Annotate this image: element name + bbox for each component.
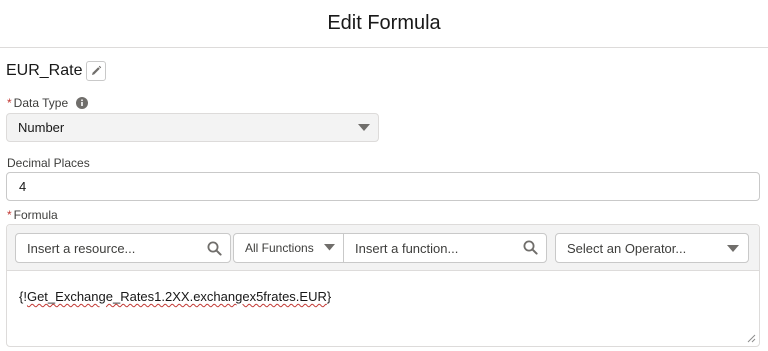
chevron-down-icon: [358, 124, 370, 131]
expression-body: Get_Exchange_Rates1.2XX.exchangex5frates…: [26, 289, 327, 304]
resize-handle-icon[interactable]: [747, 334, 756, 343]
function-placeholder: Insert a function...: [355, 240, 459, 256]
chevron-down-icon: [324, 244, 335, 251]
search-icon: [523, 240, 538, 255]
chevron-down-icon: [727, 245, 739, 252]
data-type-value: Number: [18, 120, 65, 135]
search-icon: [207, 241, 222, 256]
decimal-places-value: 4: [19, 179, 27, 194]
info-icon[interactable]: [76, 97, 89, 109]
edit-name-button[interactable]: [86, 61, 107, 81]
modal-title: Edit Formula: [327, 12, 441, 34]
resource-search-input[interactable]: Insert a resource...: [15, 233, 231, 263]
formula-label-text: Formula: [13, 208, 58, 222]
required-mark: *: [7, 208, 12, 222]
expression-suffix: }: [326, 289, 332, 304]
formula-expression[interactable]: {!Get_Exchange_Rates1.2XX.exchangex5frat…: [19, 289, 331, 304]
required-mark: *: [7, 96, 12, 110]
resource-placeholder: Insert a resource...: [27, 240, 136, 256]
decimal-places-label-text: Decimal Places: [7, 156, 90, 170]
function-search-input[interactable]: Insert a function...: [344, 234, 546, 262]
data-type-label: * Data Type: [7, 96, 89, 110]
function-category-value: All Functions: [245, 241, 314, 255]
expression-prefix: {!: [19, 289, 27, 304]
resource-name: EUR_Rate: [6, 62, 83, 79]
operator-select[interactable]: Select an Operator...: [555, 233, 749, 263]
formula-toolbar: Insert a resource... All Functions Inser…: [7, 225, 759, 271]
operator-placeholder: Select an Operator...: [567, 240, 687, 256]
modal-header: Edit Formula: [0, 0, 768, 48]
data-type-select[interactable]: Number: [6, 113, 379, 142]
function-category-select[interactable]: All Functions: [234, 234, 344, 262]
decimal-places-label: Decimal Places: [7, 156, 90, 170]
formula-label: * Formula: [7, 208, 58, 222]
decimal-places-input[interactable]: 4: [6, 172, 760, 201]
resource-name-row: EUR_Rate: [6, 60, 107, 82]
pencil-icon: [92, 65, 102, 75]
data-type-label-text: Data Type: [13, 96, 69, 110]
function-picker: All Functions Insert a function...: [233, 233, 547, 263]
formula-editor: Insert a resource... All Functions Inser…: [6, 224, 760, 347]
